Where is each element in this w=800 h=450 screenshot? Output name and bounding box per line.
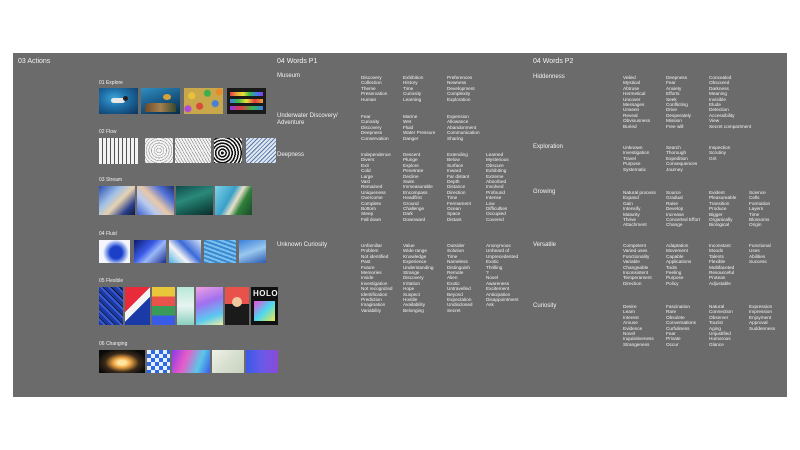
category-deepness: Deepness [277, 152, 305, 158]
river-aerial-image[interactable] [176, 186, 213, 215]
section-label-flexible: 05 Flexible [99, 278, 124, 284]
wave-pattern-image[interactable] [246, 138, 276, 163]
section-label-flow: 02 Flow [99, 129, 117, 135]
word-column: Extending Below Surface Inward Far distant De… [447, 152, 471, 222]
section-label-changing: 06 Changing [99, 341, 128, 347]
light-streak-image[interactable] [99, 350, 145, 373]
word-column: Marine Wet Fluid Water Pressure Danger [403, 114, 436, 141]
fluid-gradient-image[interactable] [134, 240, 166, 263]
words-p1-title: 04 Words P1 [277, 58, 318, 65]
poster-gradient-image[interactable] [196, 287, 223, 325]
water-texture-image[interactable] [204, 240, 236, 263]
word-column: Source Gradual Raise Develop Increase Concert… [666, 190, 701, 228]
word-column: Descent Plunge Explore Penetrate Decline Swim… [403, 152, 433, 222]
colorful-stones-image[interactable] [184, 88, 223, 114]
actions-title: 03 Actions [18, 58, 51, 65]
word-column: Competent Varied uses Functionality Variabl… [623, 243, 652, 286]
category-underwater-discovery: Underwater Discovery/ Adventure [277, 113, 338, 126]
word-column: Inspection Scrutiny Grit [709, 145, 731, 161]
category-growing: Growing [533, 189, 556, 195]
ocean-coast-image[interactable] [215, 186, 252, 215]
word-column: Independence Divers Exit Cold Large Vast Remai… [361, 152, 391, 222]
word-column: Learned Mysterious Obscure Exhibiting Extrem… [486, 152, 509, 222]
words-p2-title: 04 Words P2 [533, 58, 574, 65]
word-column: Value Wide range Knowledge Experience Unders… [403, 243, 434, 313]
word-column: Expension Allowance Abandonment Communicati… [447, 114, 480, 141]
poster-holo-image[interactable]: HOLO [251, 287, 278, 325]
word-column: Deepness Fear Anxiety Efforts Seek Conflictin… [666, 75, 692, 129]
holo-poster-title: HOLO [253, 289, 279, 298]
word-column: Evident Pleasureable Transition Produce Bigg… [709, 190, 737, 228]
word-column: Functional Uses Abilities Success [749, 243, 771, 265]
ink-splash-image[interactable] [99, 240, 130, 263]
gradient-blur-image[interactable] [172, 350, 210, 373]
poster-face-image[interactable] [225, 287, 249, 325]
word-column: Fear Curiosity Discovery Deepness Conservati… [361, 114, 389, 141]
coral-reef-image[interactable] [141, 88, 180, 114]
section-label-stream: 03 Stream [99, 177, 123, 183]
word-column: Fascination Rare Obsolete Conversations Curf… [666, 304, 696, 347]
flowing-lines-image[interactable] [175, 138, 211, 163]
blue-tiles-image[interactable] [147, 350, 170, 373]
word-column: Natural process Expand Gain Intensify Maturi… [623, 190, 656, 228]
fluid-art-image[interactable] [137, 186, 174, 215]
soft-texture-image[interactable] [212, 350, 244, 373]
word-column: Preferences Newness Development Complexity E… [447, 75, 475, 102]
section-label-explore: 01 Explore [99, 80, 123, 86]
word-column: Science Cells Formation Layers Time Blossoms O… [749, 190, 771, 228]
category-hiddenness: Hiddenness [533, 74, 565, 80]
category-exploration: Exploration [533, 144, 564, 150]
word-column: Unfamiliar Problem Not identified Past Futur… [361, 243, 393, 313]
word-column: Unknown Investigation Travel Purpose Systema… [623, 145, 650, 172]
maze-pattern-image[interactable] [99, 138, 138, 164]
word-column: Discovery Collection Theme Preservation Huma… [361, 75, 388, 102]
word-column: Exhibition History Time Curiosity Learning [403, 75, 424, 102]
word-column: Anonymous Unheard of Unprecedented Exotic Th… [486, 243, 519, 308]
blue-texture-image[interactable] [239, 240, 266, 263]
word-column: Adaptation Movement Capable Applications Too… [666, 243, 692, 286]
marbled-paint-image[interactable] [99, 186, 135, 215]
word-column: Inconstant Moods Talents Flexible Multifacet… [709, 243, 735, 286]
word-column: Natural Connection Observer Tourist Aging Unj… [709, 304, 733, 347]
swirl-paint-image[interactable] [169, 240, 201, 263]
word-column: Outsider Solution Time Nameless Distinguish R… [447, 243, 473, 313]
blue-purple-gradient-image[interactable] [246, 350, 278, 373]
poster-colorful-image[interactable] [152, 287, 175, 325]
word-column: Desire Learn Interest Arouse Evidence Novel In… [623, 304, 654, 347]
poster-mint-image[interactable] [177, 287, 194, 325]
category-versatile: Versatile [533, 242, 557, 248]
category-unknown-curiosity: Unknown Curiosity [277, 242, 328, 248]
color-swatches-image[interactable] [227, 88, 266, 114]
underwater-diver-image[interactable] [99, 88, 138, 114]
section-label-fluid: 04 Fluid [99, 231, 117, 237]
topographic-lines-image[interactable] [145, 138, 173, 163]
word-column: Veiled Mystical Abtruse Hermetical Uncover Me… [623, 75, 651, 129]
word-column: Concealed Obscured Darkness Meaning Invisibl… [709, 75, 752, 129]
word-column: Search Thorough Expedition Consequences Jour… [666, 145, 698, 172]
category-curiosity: Curiosity [533, 303, 557, 309]
swirl-pattern-image[interactable] [214, 138, 242, 163]
word-column: Expression Impression Enjoyment Approval Sud… [749, 304, 776, 331]
poster-blue-image[interactable] [99, 287, 123, 325]
category-museum: Museum [277, 73, 301, 79]
moodboard-canvas: 03 Actions 01 Explore 02 Flow 03 Stream … [13, 53, 787, 397]
poster-red-image[interactable] [125, 287, 150, 325]
